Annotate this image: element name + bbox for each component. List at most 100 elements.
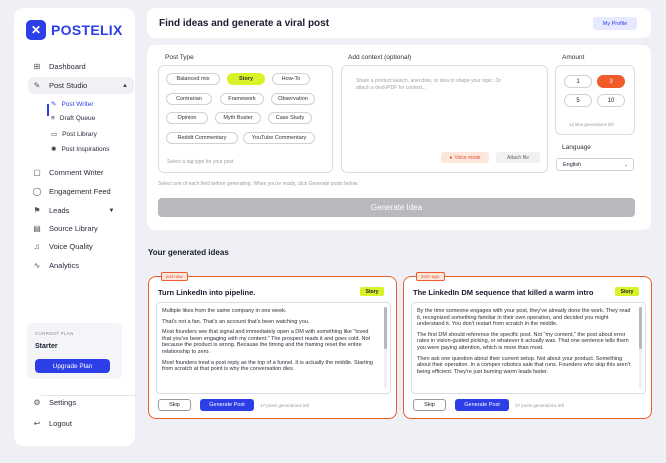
skip-button[interactable]: Skip [158,399,191,411]
chip-how-to[interactable]: How-To [272,73,310,85]
page-title: Find ideas and generate a viral post [159,18,330,29]
idea-paragraph: The first DM should reference the specif… [417,331,629,351]
sidebar-item-label: Draft Queue [59,115,96,122]
voice-mode-button[interactable]: ● Voice mode [441,152,489,163]
chip-observation[interactable]: Observation [271,93,315,105]
generations-left: 17 posts generations left [260,403,310,408]
logout-icon: ↩ [33,419,41,428]
time-tag: 2min ago [416,272,445,281]
sidebar-item-voice-quality[interactable]: ♫ Voice Quality [32,242,93,251]
sidebar-item-logout[interactable]: ↩ Logout [32,419,72,428]
idea-paragraph: By the time someone engages with your po… [417,308,631,328]
sidebar-item-post-library[interactable]: ▭ Post Library [51,130,97,139]
idea-card: just now Turn LinkedIn into pipeline. St… [148,272,397,419]
sidebar-item-source-library[interactable]: ▤ Source Library [32,224,98,233]
sidebar-item-settings[interactable]: ⚙ Settings [32,398,76,407]
sidebar-item-engagement-feed[interactable]: ◯ Engagement Feed [32,187,111,196]
sidebar-item-label: Analytics [49,261,80,270]
generate-post-button[interactable]: Generate Post [200,399,254,411]
time-tag: just now [161,272,188,281]
sidebar-item-label: Source Library [49,224,98,233]
story-badge: Story [615,287,639,296]
language-title: Language [562,144,591,151]
chevron-down-icon: ▼ [108,207,115,214]
sidebar-item-post-inspirations[interactable]: ✺ Post Inspirations [51,145,110,154]
idea-paragraph: Most founders see that signal and immedi… [162,329,371,355]
chip-story[interactable]: Story [227,73,265,85]
fields-hint: Select one of each field before generati… [158,181,359,187]
idea-paragraph: Multiple likes from the same company in … [162,308,287,314]
sidebar-item-label: Engagement Feed [49,187,111,196]
sidebar-item-label: Dashboard [49,62,86,71]
sidebar-item-post-studio[interactable]: ✎ Post Studio ▲ [28,77,134,94]
queue-icon: ≡ [51,115,55,122]
scrollbar[interactable] [384,307,387,389]
chip-contrarian[interactable]: Contrarian [166,93,212,105]
amount-option-1[interactable]: 1 [564,75,592,88]
chip-framework[interactable]: Framework [220,93,264,105]
idea-title: Turn LinkedIn into pipeline. [158,288,256,297]
gear-icon: ⚙ [33,398,41,407]
feed-icon: ◯ [32,187,42,196]
generate-idea-button[interactable]: Generate Idea [158,198,635,217]
context-title: Add context (optional) [348,54,412,61]
chip-case-study[interactable]: Case Study [268,112,312,124]
story-badge: Story [360,287,384,296]
idea-card: 2min ago The LinkedIn DM sequence that k… [403,272,652,419]
chart-line-icon: ∿ [33,261,41,270]
generate-post-button[interactable]: Generate Post [455,399,509,411]
chevron-up-icon: ▲ [122,82,128,89]
skip-button[interactable]: Skip [413,399,446,411]
idea-paragraph: That's not a fan. That's an account that… [162,318,310,325]
amount-title: Amount [562,54,585,61]
sidebar-item-label: Post Library [62,130,97,138]
sidebar-item-post-writer[interactable]: ✎ Post Writer [51,100,94,109]
microphone-icon: ● [449,154,453,161]
amount-note: 14 idea generations left [569,122,614,127]
idea-body[interactable]: By the time someone engages with your po… [411,302,646,394]
scrollbar[interactable] [639,307,642,389]
post-type-hint: Select a tag type for your post. [167,159,235,165]
my-profile-button[interactable]: My Profile [593,17,637,30]
attach-file-button[interactable]: Attach file [496,152,540,163]
sidebar-item-label: Post Writer [61,100,94,108]
chip-opinion[interactable]: Opinion [166,112,208,124]
sidebar-item-leads[interactable]: ⚑ Leads ▼ [32,206,114,215]
sidebar-item-comment-writer[interactable]: ▢ Comment Writer [32,168,103,177]
idea-paragraph: Most founders treat a post reply as the … [162,359,373,373]
sidebar-item-draft-queue[interactable]: ≡ Draft Queue [51,115,95,122]
sidebar-item-label: Leads [49,206,70,215]
generations-left: 17 posts generations left [515,403,565,408]
comment-icon: ▢ [33,168,41,177]
voice-mode-label: Voice mode [454,154,481,161]
logo-text: POSTELIX [51,22,123,38]
logo[interactable]: ✕ POSTELIX [26,20,123,40]
amount-box: 1 3 5 10 14 idea generations left [555,65,635,135]
leads-icon: ⚑ [33,206,41,215]
chevron-down-icon: ⌄ [623,161,628,168]
sidebar-item-label: Post Studio [49,81,88,90]
post-type-title: Post Type [165,54,194,61]
language-value: English [563,161,582,168]
chip-myth-buster[interactable]: Myth Buster [215,112,261,124]
amount-option-10[interactable]: 10 [597,94,625,107]
chip-reddit-commentary[interactable]: Reddit Commentary [166,132,238,144]
sidebar-item-label: Settings [49,398,77,407]
active-indicator [47,104,49,116]
sidebar-item-analytics[interactable]: ∿ Analytics [32,261,79,270]
logo-icon: ✕ [26,20,46,40]
scrollbar-thumb[interactable] [384,307,387,349]
idea-paragraph: Then ask one question about their curren… [417,355,631,375]
chip-youtube-commentary[interactable]: YouTube Commentary [243,132,315,144]
upgrade-plan-button[interactable]: Upgrade Plan [35,359,110,373]
current-plan-card: CURRENT PLAN Starter Upgrade Plan [27,323,122,379]
language-select[interactable]: English ⌄ [556,158,634,171]
amount-option-5[interactable]: 5 [564,94,592,107]
sidebar: ✕ POSTELIX ⊞ Dashboard ✎ Post Studio ▲ ✎… [14,8,136,446]
scrollbar-thumb[interactable] [639,307,642,349]
sidebar-item-dashboard[interactable]: ⊞ Dashboard [32,62,86,71]
amount-option-3[interactable]: 3 [597,75,625,88]
context-placeholder: Share a product launch, anecdote, or ide… [356,78,502,91]
idea-body[interactable]: Multiple likes from the same company in … [156,302,391,394]
chip-balanced-mix[interactable]: Balanced mix [166,73,220,85]
